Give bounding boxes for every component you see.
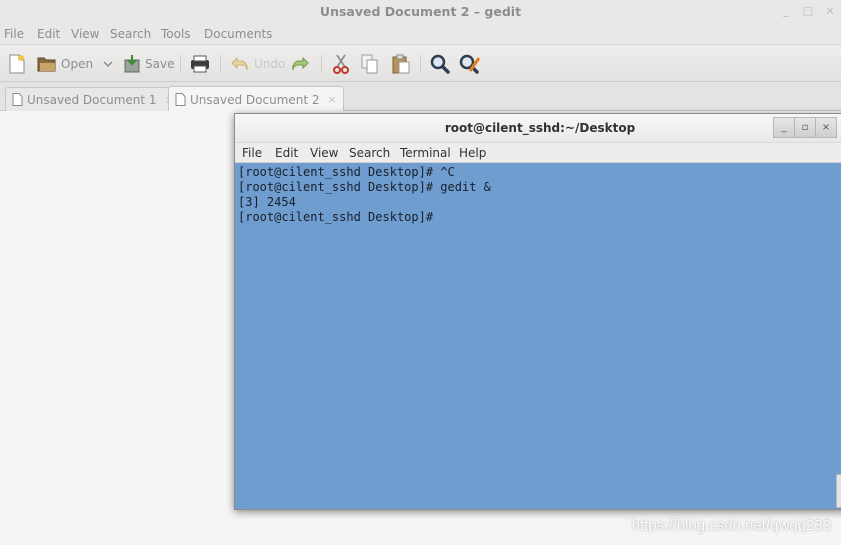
watermark-text: https://blog.csdn.net/qwqq233 (631, 517, 831, 534)
redo-icon (292, 56, 309, 71)
document-icon (12, 93, 23, 106)
new-document-button[interactable] (8, 53, 26, 75)
print-icon (191, 55, 209, 73)
scissors-icon (333, 54, 349, 74)
tab-label: Unsaved Document 2 (190, 92, 320, 107)
terminal-window-controls: _ ▫ × (773, 117, 837, 138)
tab-unsaved-document-1[interactable]: Unsaved Document 1 × (5, 87, 181, 111)
menu-edit[interactable]: Edit (37, 27, 60, 41)
terminal-maximize-button[interactable]: ▫ (794, 117, 816, 138)
terminal-menu-search[interactable]: Search (349, 146, 390, 160)
find-replace-button[interactable] (459, 53, 481, 75)
menu-search[interactable]: Search (110, 27, 151, 41)
toolbar-separator (321, 55, 322, 73)
terminal-menu-view[interactable]: View (310, 146, 338, 160)
terminal-window: root@cilent_sshd:~/Desktop _ ▫ × File Ed… (234, 113, 841, 510)
save-icon (124, 55, 140, 73)
terminal-scrollbar-thumb[interactable] (836, 474, 841, 508)
open-button[interactable]: Open (37, 53, 113, 75)
redo-button[interactable] (290, 53, 310, 75)
close-button[interactable]: × (822, 3, 838, 19)
gedit-titlebar: Unsaved Document 2 – gedit _ □ × (0, 0, 841, 24)
document-icon (175, 93, 186, 106)
undo-label: Undo (254, 57, 286, 71)
undo-icon (231, 56, 248, 71)
copy-icon (361, 54, 378, 74)
gedit-toolbar: Open Save Undo (0, 45, 841, 82)
undo-button[interactable]: Undo (230, 53, 285, 75)
menu-tools[interactable]: Tools (161, 27, 191, 41)
terminal-menu-file[interactable]: File (242, 146, 262, 160)
print-button[interactable] (190, 53, 210, 75)
terminal-titlebar: root@cilent_sshd:~/Desktop _ ▫ × (235, 114, 841, 143)
terminal-line: [root@cilent_sshd Desktop]# gedit & (238, 180, 491, 194)
toolbar-separator (220, 55, 221, 73)
terminal-menu-edit[interactable]: Edit (275, 146, 298, 160)
paste-button[interactable] (391, 53, 411, 75)
toolbar-separator (180, 55, 181, 73)
menu-documents[interactable]: Documents (204, 27, 272, 41)
find-replace-icon (459, 54, 481, 74)
cut-button[interactable] (332, 53, 350, 75)
maximize-button[interactable]: □ (800, 3, 816, 19)
document-tabbar: Unsaved Document 1 × Unsaved Document 2 … (0, 82, 841, 112)
terminal-menu-help[interactable]: Help (459, 146, 486, 160)
find-button[interactable] (430, 53, 450, 75)
menu-view[interactable]: View (71, 27, 99, 41)
terminal-title: root@cilent_sshd:~/Desktop (444, 121, 636, 135)
terminal-line: [3] 2454 (238, 195, 296, 209)
menu-file[interactable]: File (4, 27, 24, 41)
tab-unsaved-document-2[interactable]: Unsaved Document 2 × (168, 86, 344, 112)
terminal-menubar: File Edit View Search Terminal Help (235, 143, 841, 163)
save-label: Save (145, 57, 175, 71)
terminal-output[interactable]: [root@cilent_sshd Desktop]# ^C [root@cil… (235, 163, 835, 509)
window-title: Unsaved Document 2 – gedit (319, 4, 522, 19)
copy-button[interactable] (361, 53, 379, 75)
tab-close-button[interactable]: × (328, 93, 337, 106)
new-document-icon (9, 54, 25, 74)
terminal-close-button[interactable]: × (815, 117, 837, 138)
terminal-line: [root@cilent_sshd Desktop]# ^C (238, 165, 455, 179)
terminal-menu-terminal[interactable]: Terminal (400, 146, 451, 160)
tab-label: Unsaved Document 1 (27, 92, 157, 107)
open-label: Open (61, 57, 94, 71)
terminal-prompt: [root@cilent_sshd Desktop]# (238, 210, 441, 224)
terminal-minimize-button[interactable]: _ (773, 117, 795, 138)
chevron-down-icon (103, 61, 113, 68)
gedit-menubar: File Edit View Search Tools Documents (0, 24, 841, 45)
toolbar-separator (420, 55, 421, 73)
search-icon (430, 54, 450, 74)
paste-icon (392, 54, 410, 74)
minimize-button[interactable]: _ (778, 3, 794, 19)
folder-open-icon (37, 57, 56, 72)
save-button[interactable]: Save (123, 53, 174, 75)
